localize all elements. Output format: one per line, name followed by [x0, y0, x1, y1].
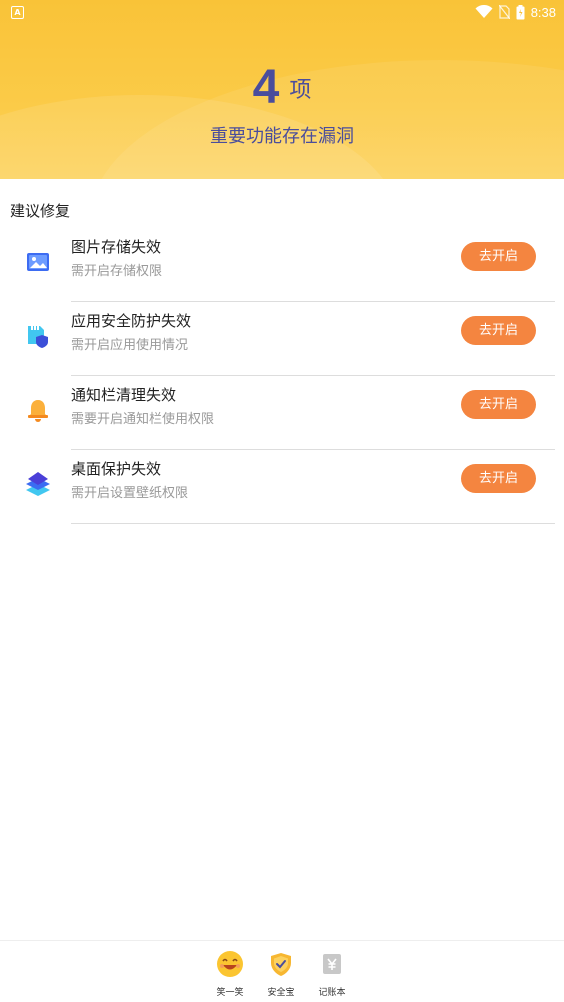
app-screen: A 8:38 4项 重要功能存在漏洞 建议修复 图片存储失效 需开启存储权限 去… — [0, 0, 564, 1002]
list-item: 桌面保护失效 需开启设置壁纸权限 去开启 — [0, 450, 564, 524]
issue-count-number: 4 — [252, 61, 280, 114]
status-bar: A 8:38 — [0, 0, 564, 24]
nav-item-jokes[interactable]: 笑一笑 — [205, 949, 255, 998]
smile-icon — [217, 951, 243, 977]
enable-app-usage-button[interactable]: 去开启 — [461, 316, 536, 345]
list-item: 图片存储失效 需开启存储权限 去开启 — [0, 228, 564, 302]
shield-check-icon — [271, 953, 291, 976]
enable-storage-button[interactable]: 去开启 — [461, 242, 536, 271]
nav-label: 安全宝 — [267, 988, 295, 998]
enable-wallpaper-button[interactable]: 去开启 — [461, 464, 536, 493]
enable-notification-button[interactable]: 去开启 — [461, 390, 536, 419]
item-description: 需要开启通知栏使用权限 — [71, 412, 215, 427]
list-item: 应用安全防护失效 需开启应用使用情况 去开启 — [0, 302, 564, 376]
issue-count-unit: 项 — [289, 78, 312, 103]
nav-item-ledger[interactable]: 记账本 — [307, 949, 357, 998]
status-time: 8:38 — [530, 4, 556, 20]
bottom-nav: 笑一笑 安全宝 记账本 — [0, 940, 564, 1002]
item-description: 需开启应用使用情况 — [71, 338, 189, 353]
wifi-icon — [475, 5, 493, 18]
no-sim-icon — [498, 5, 510, 19]
nav-label: 记账本 — [318, 988, 346, 998]
bell-icon — [28, 400, 48, 422]
header-subtitle: 重要功能存在漏洞 — [210, 126, 354, 147]
nav-label: 笑一笑 — [216, 988, 244, 998]
nav-item-security[interactable]: 安全宝 — [256, 949, 306, 998]
item-description: 需开启存储权限 — [71, 264, 163, 279]
battery-icon — [516, 4, 525, 19]
item-title: 图片存储失效 — [71, 238, 162, 256]
image-icon — [27, 253, 49, 271]
header-banner: A 8:38 4项 重要功能存在漏洞 — [0, 0, 564, 179]
app-shield-icon — [28, 326, 48, 348]
layers-icon — [26, 472, 50, 496]
issue-count: 4项 — [0, 60, 564, 115]
item-title: 通知栏清理失效 — [71, 386, 177, 404]
item-title: 桌面保护失效 — [71, 460, 162, 478]
item-title: 应用安全防护失效 — [71, 312, 192, 330]
status-notification-icon: A — [11, 6, 24, 19]
divider — [71, 523, 555, 524]
status-indicators: 8:38 — [475, 2, 556, 22]
yen-icon — [323, 954, 341, 974]
item-description: 需开启设置壁纸权限 — [71, 486, 189, 501]
list-item: 通知栏清理失效 需要开启通知栏使用权限 去开启 — [0, 376, 564, 450]
section-title: 建议修复 — [10, 202, 71, 220]
